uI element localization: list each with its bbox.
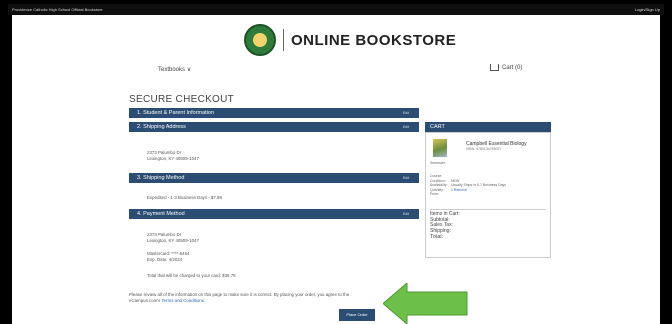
- quantity-remove-link[interactable]: 1 Remove: [451, 188, 506, 193]
- section-label: 4. Payment Method: [137, 211, 185, 217]
- section-label: 3. Shipping Method: [137, 175, 185, 181]
- total-label: Total:: [430, 233, 444, 240]
- book-cover-image[interactable]: [433, 139, 447, 157]
- item-meta-labels: Course: Condition: Availability: Quantit…: [430, 174, 447, 197]
- checkout-page: ONLINE BOOKSTORE Textbooks ∨ Cart (0) SE…: [12, 15, 660, 324]
- edit-link[interactable]: Edit: [403, 176, 409, 180]
- store-logo[interactable]: ONLINE BOOKSTORE: [244, 23, 456, 57]
- section-label: 2. Shipping Address: [137, 124, 186, 130]
- edit-link[interactable]: Edit: [403, 125, 409, 129]
- address-line: Lexington, KY 40509-1047: [147, 238, 199, 243]
- place-order-button[interactable]: Place Order: [339, 309, 375, 321]
- item-meta-values: NEW Usually Ships in 5-7 Business Days 1…: [451, 179, 506, 193]
- meta-label: Price:: [430, 192, 439, 196]
- address-line: Lexington, KY 40509-1047: [147, 156, 199, 161]
- book-isbn: ISBN: 9780134765037: [466, 147, 502, 151]
- semester-label: Semester:: [430, 161, 446, 165]
- review-suffix: .: [203, 298, 206, 303]
- section-student-parent-info[interactable]: 1. Student & Parent Information Edit: [129, 108, 419, 118]
- school-name: Providence Catholic High School Official…: [12, 7, 103, 12]
- cart-icon: [490, 64, 499, 71]
- logo-text: ONLINE BOOKSTORE: [291, 31, 457, 49]
- cart-totals: Items in Cart: Subtotal: Sales Tax: Ship…: [430, 211, 460, 241]
- cart-header: CART: [425, 122, 551, 132]
- cart-divider: [430, 209, 546, 210]
- cart-heading: CART: [430, 124, 445, 130]
- section-label: 1. Student & Parent Information: [137, 110, 215, 116]
- school-seal-icon: [244, 24, 276, 56]
- chevron-down-icon: ∨: [186, 67, 192, 73]
- edit-link[interactable]: Edit: [403, 111, 409, 115]
- review-notice: Please review all of the information on …: [129, 292, 349, 304]
- section-shipping-method[interactable]: 3. Shipping Method Edit: [129, 173, 419, 183]
- cart-panel: Campbell Essential Biology ISBN: 9780134…: [425, 132, 551, 258]
- screenshot-frame: Providence Catholic High School Official…: [0, 0, 672, 324]
- card-expiry: Exp. Date: 4/2024: [147, 257, 183, 262]
- section-payment-method[interactable]: 4. Payment Method Edit: [129, 209, 419, 219]
- cart-count-label: Cart (0): [502, 64, 523, 71]
- page-title: SECURE CHECKOUT: [129, 94, 235, 105]
- top-bar: Providence Catholic High School Official…: [8, 4, 664, 15]
- textbooks-menu[interactable]: Textbooks ∨: [158, 66, 191, 73]
- review-line: eCampus.com's Terms and Conditions.: [129, 298, 349, 304]
- arrow-left-icon: [383, 283, 468, 324]
- textbooks-label: Textbooks: [158, 67, 186, 73]
- availability-value: Usually Ships in 5-7 Business Days: [451, 183, 507, 187]
- total-charged-text: Total that will be charged to your card:…: [147, 273, 236, 278]
- review-prefix: eCampus.com's: [129, 298, 162, 303]
- edit-link[interactable]: Edit: [403, 212, 409, 216]
- billing-address-text: 2373 Palumbo Dr Lexington, KY 40509-1047: [147, 232, 199, 244]
- login-signup-link[interactable]: Login/Sign Up: [635, 7, 660, 12]
- logo-divider: [283, 29, 284, 51]
- shipping-address-text: 2373 Palumbo Dr Lexington, KY 40509-1047: [147, 150, 199, 162]
- card-info-text: Mastercard: ****-5454 Exp. Date: 4/2024: [147, 251, 189, 263]
- cart-link[interactable]: Cart (0): [490, 64, 522, 71]
- section-shipping-address[interactable]: 2. Shipping Address Edit: [129, 122, 419, 132]
- terms-link[interactable]: Terms and Conditions: [161, 298, 203, 303]
- meta-label: Availability:: [430, 183, 448, 187]
- shipping-method-text: Expedited - 1-3 Business Days - $7.99: [147, 195, 222, 200]
